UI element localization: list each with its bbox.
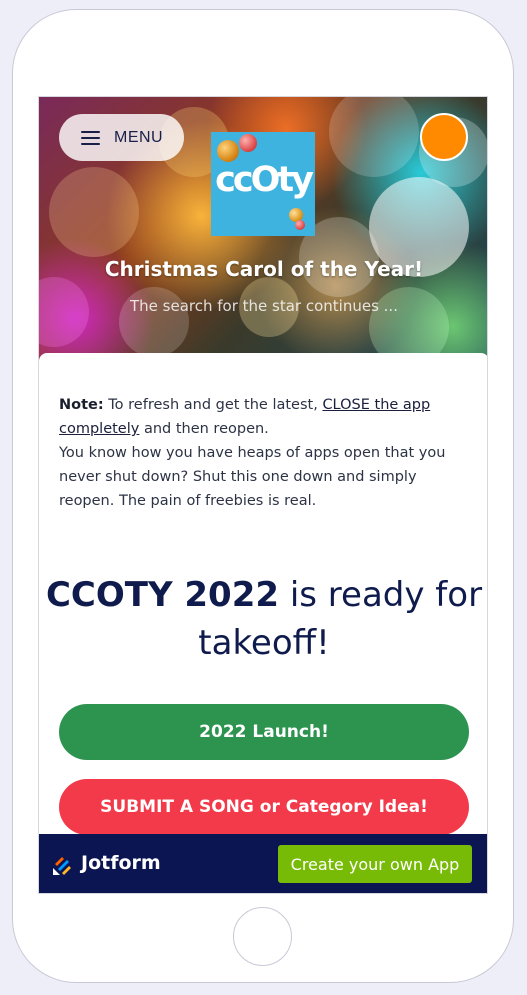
avatar-icon[interactable]: [420, 113, 468, 161]
note-text: and then reopen.: [139, 421, 269, 437]
bokeh-circle: [49, 167, 139, 257]
home-button[interactable]: [233, 907, 292, 966]
hamburger-icon: [81, 130, 100, 145]
logo-text: ccOty: [215, 160, 314, 200]
header-title: Christmas Carol of the Year!: [104, 257, 424, 281]
app-logo: ccOty: [211, 132, 315, 236]
menu-label: MENU: [114, 128, 164, 146]
ornament-icon: [295, 220, 305, 230]
jotform-logo-icon: [53, 857, 71, 875]
create-app-button[interactable]: Create your own App: [278, 845, 472, 883]
bokeh-circle: [329, 97, 419, 177]
submit-song-button[interactable]: SUBMIT A SONG or Category Idea!: [59, 779, 469, 835]
header-subtitle: The search for the star continues ...: [130, 297, 398, 315]
refresh-note: Note: To refresh and get the latest, CLO…: [59, 393, 459, 513]
note-text: You know how you have heaps of apps open…: [59, 445, 446, 509]
menu-button[interactable]: MENU: [59, 114, 184, 161]
jotform-footer: Jotform Create your own App: [39, 834, 487, 893]
ornament-icon: [239, 134, 257, 152]
content-card: Note: To refresh and get the latest, CLO…: [39, 353, 487, 893]
note-text: To refresh and get the latest,: [103, 397, 323, 413]
launch-button[interactable]: 2022 Launch!: [59, 704, 469, 760]
launch-headline: CCOTY 2022 is ready for takeoff!: [39, 571, 487, 667]
jotform-brand[interactable]: Jotform: [81, 852, 161, 874]
app-header: MENU ccOty Christmas Carol of the Year! …: [39, 97, 487, 367]
note-label: Note:: [59, 397, 104, 413]
headline-bold: CCOTY 2022: [45, 575, 280, 615]
app-screen: MENU ccOty Christmas Carol of the Year! …: [38, 96, 488, 894]
ornament-icon: [217, 140, 239, 162]
